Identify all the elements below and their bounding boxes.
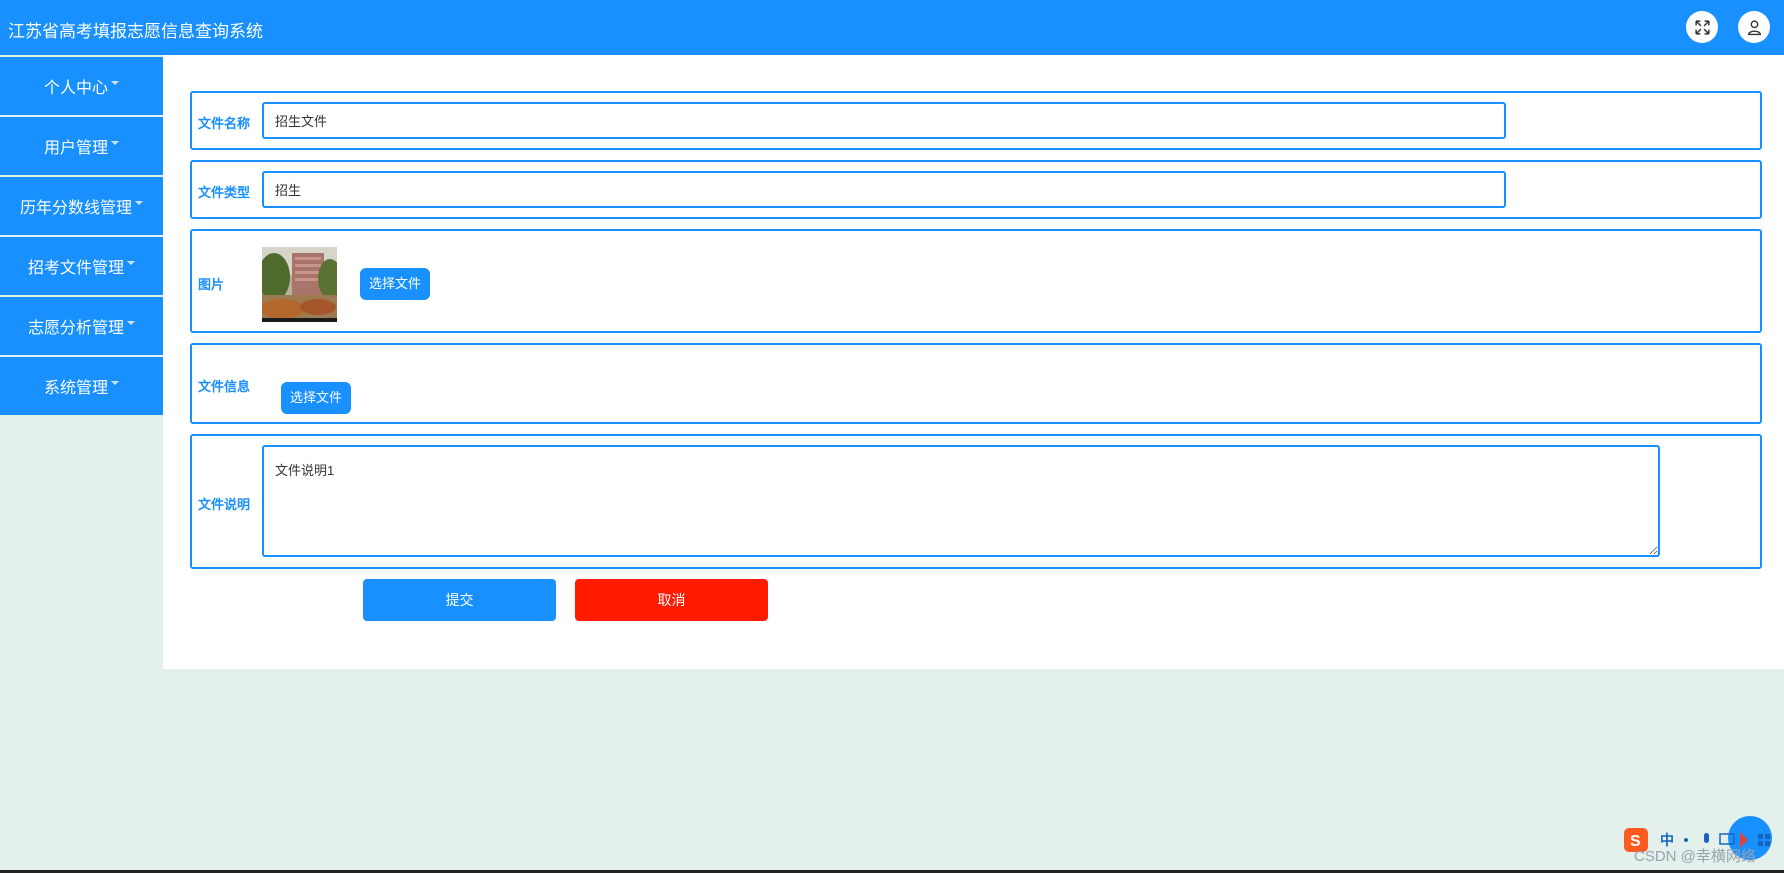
main-content: 文件名称 文件类型 图片 选择文件 <box>163 55 1784 669</box>
file-name-row: 文件名称 <box>190 91 1762 150</box>
csdn-watermark: CSDN @幸横网络 <box>1634 848 1756 865</box>
top-bar: 江苏省高考填报志愿信息查询系统 <box>0 0 1784 55</box>
file-type-label: 文件类型 <box>198 185 251 200</box>
file-name-input[interactable] <box>262 102 1506 139</box>
caret-down-icon <box>111 381 119 385</box>
caret-down-icon <box>127 321 135 325</box>
app-title: 江苏省高考填报志愿信息查询系统 <box>8 22 263 41</box>
sidebar-item-score-lines[interactable]: 历年分数线管理 <box>0 177 163 235</box>
file-info-label: 文件信息 <box>198 379 251 394</box>
expand-arrows-icon <box>1694 19 1710 35</box>
sidebar-item-label: 历年分数线管理 <box>19 200 132 217</box>
description-label: 文件说明 <box>198 497 251 512</box>
sidebar: 个人中心 用户管理 历年分数线管理 招考文件管理 志愿分析管理 系统管理 <box>0 55 163 415</box>
choose-image-button[interactable]: 选择文件 <box>360 268 431 300</box>
image-label: 图片 <box>198 277 225 292</box>
caret-down-icon <box>127 261 135 265</box>
choose-file-button[interactable]: 选择文件 <box>281 382 352 414</box>
caret-down-icon <box>111 81 119 85</box>
sidebar-item-label: 志愿分析管理 <box>27 320 124 337</box>
file-type-input[interactable] <box>262 171 1506 208</box>
caret-down-icon <box>111 141 119 145</box>
fullscreen-button[interactable] <box>1686 11 1718 43</box>
sidebar-item-user-management[interactable]: 用户管理 <box>0 117 163 175</box>
description-row: 文件说明 文件说明1 <box>190 434 1762 569</box>
sidebar-item-label: 招考文件管理 <box>27 260 124 277</box>
image-thumbnail <box>262 247 337 322</box>
sidebar-item-label: 用户管理 <box>43 140 108 157</box>
user-icon <box>1747 19 1761 35</box>
caret-down-icon <box>135 201 143 205</box>
sidebar-item-system[interactable]: 系统管理 <box>0 357 163 415</box>
sidebar-item-volunteer-analysis[interactable]: 志愿分析管理 <box>0 297 163 355</box>
sidebar-item-personal-center[interactable]: 个人中心 <box>0 57 163 115</box>
sidebar-item-label: 个人中心 <box>43 80 108 97</box>
file-type-row: 文件类型 <box>190 160 1762 219</box>
image-row: 图片 选择文件 <box>190 229 1762 333</box>
user-menu-button[interactable] <box>1738 11 1770 43</box>
submit-button[interactable]: 提交 <box>363 579 556 621</box>
sidebar-item-exam-files[interactable]: 招考文件管理 <box>0 237 163 295</box>
cancel-button[interactable]: 取消 <box>575 579 768 621</box>
file-name-label: 文件名称 <box>198 116 251 131</box>
file-info-row: 文件信息 选择文件 <box>190 343 1762 424</box>
sidebar-item-label: 系统管理 <box>43 380 108 397</box>
description-textarea[interactable]: 文件说明1 <box>262 445 1660 557</box>
